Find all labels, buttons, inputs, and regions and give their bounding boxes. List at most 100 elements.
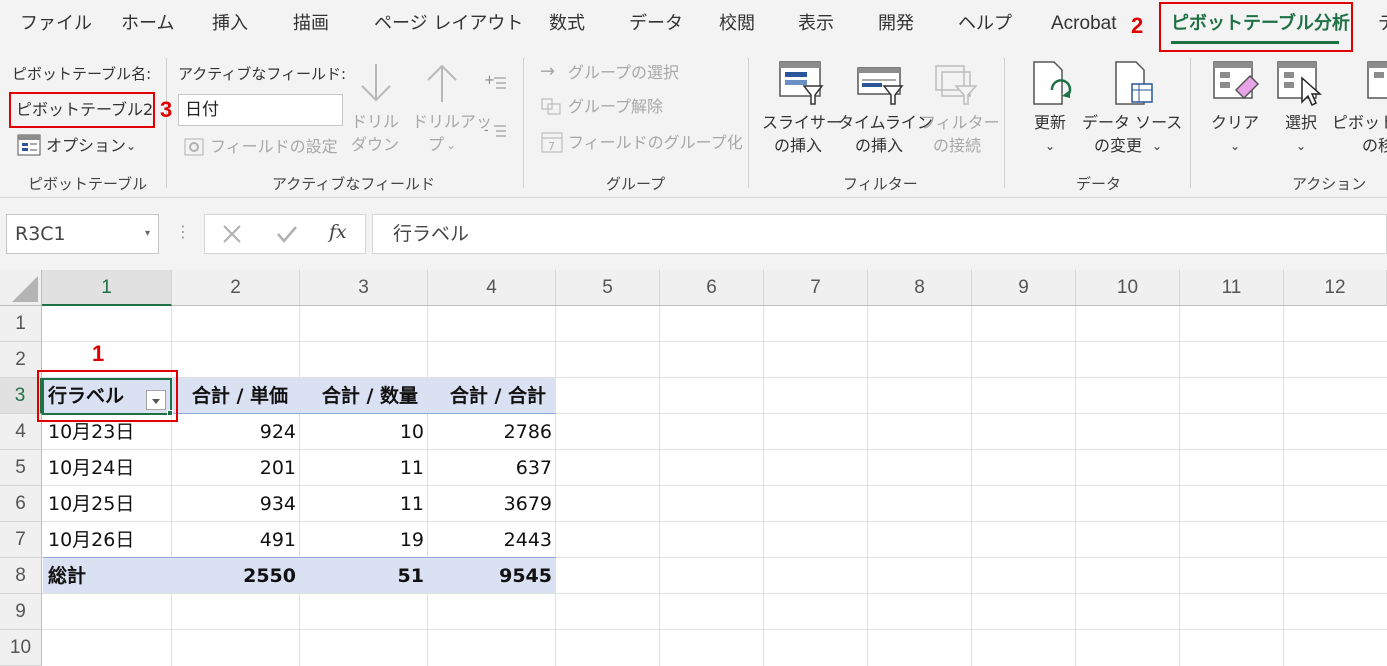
pivot-value[interactable]: 11 xyxy=(300,450,428,486)
clear-button[interactable]: クリア xyxy=(1208,113,1262,133)
timeline-button[interactable]: タイムライン xyxy=(838,113,933,133)
drill-down-button[interactable]: ドリル xyxy=(350,112,400,132)
move-pivottable-label-2: の移 xyxy=(1362,136,1387,155)
change-data-source-icon xyxy=(1112,60,1158,110)
pivot-value[interactable]: 934 xyxy=(172,486,300,522)
tab-review[interactable]: 校閲 xyxy=(719,12,755,36)
tab-home[interactable]: ホーム xyxy=(121,12,174,36)
drill-up-button[interactable]: ドリルアッ xyxy=(412,112,492,132)
row-header-3[interactable]: 3 xyxy=(0,378,42,414)
ribbon-pivottable-analyze: ピボットテーブル名: ピボットテーブル2 オプション ⌄ ピボットテーブル アク… xyxy=(0,52,1387,198)
select-all-button[interactable] xyxy=(0,270,42,306)
pivot-value[interactable]: 3679 xyxy=(428,486,556,522)
svg-text:-: - xyxy=(484,123,489,138)
column-header-5[interactable]: 5 xyxy=(556,270,660,306)
row-header-4[interactable]: 4 xyxy=(0,414,42,450)
drill-down-icon xyxy=(356,60,396,106)
pivot-grand-total[interactable]: 51 xyxy=(300,558,428,594)
chevron-down-icon[interactable]: ⌄ xyxy=(1274,136,1328,156)
pivot-value[interactable]: 2786 xyxy=(428,414,556,450)
column-header-9[interactable]: 9 xyxy=(972,270,1076,306)
clear-icon xyxy=(1212,60,1260,106)
pivot-value[interactable]: 19 xyxy=(300,522,428,558)
pivot-value[interactable]: 201 xyxy=(172,450,300,486)
pivot-row-label[interactable]: 10月26日 xyxy=(44,522,138,558)
enter-icon[interactable] xyxy=(275,223,299,249)
options-button[interactable]: オプション xyxy=(46,136,126,156)
row-header-10[interactable]: 10 xyxy=(0,630,42,666)
tab-insert[interactable]: 挿入 xyxy=(212,12,248,36)
step-1-marker: 1 xyxy=(92,341,105,366)
pivot-value[interactable]: 491 xyxy=(172,522,300,558)
change-data-source-button[interactable]: データ ソース xyxy=(1082,113,1182,133)
ungroup-button[interactable]: グループ解除 xyxy=(568,97,663,117)
column-header-10[interactable]: 10 xyxy=(1076,270,1180,306)
pivot-row-label[interactable]: 10月25日 xyxy=(44,486,138,522)
pivot-grand-total[interactable]: 2550 xyxy=(172,558,300,594)
refresh-button[interactable]: 更新 xyxy=(1022,113,1078,133)
gridline xyxy=(1179,306,1180,666)
group-field-button[interactable]: フィールドのグループ化 xyxy=(568,133,743,153)
pivot-value[interactable]: 11 xyxy=(300,486,428,522)
chevron-down-icon[interactable]: ⌄ xyxy=(1152,136,1162,156)
pivot-value[interactable]: 924 xyxy=(172,414,300,450)
chevron-down-icon[interactable]: ▾ xyxy=(145,223,150,245)
slicer-button[interactable]: スライサー xyxy=(762,113,842,133)
tab-developer[interactable]: 開発 xyxy=(878,12,914,36)
move-pivottable-button[interactable]: ピボットテ xyxy=(1332,113,1387,133)
pivot-col-header-price[interactable]: 合計 / 単価 xyxy=(172,378,292,414)
filter-connections-button[interactable]: フィルター xyxy=(920,113,1000,133)
active-field-input[interactable]: 日付 xyxy=(178,94,343,126)
row-header-6[interactable]: 6 xyxy=(0,486,42,522)
chevron-down-icon[interactable]: ⌄ xyxy=(1208,136,1262,156)
pivot-value[interactable]: 2443 xyxy=(428,522,556,558)
tab-help[interactable]: ヘルプ xyxy=(958,12,1012,36)
tab-design-partial[interactable]: デ xyxy=(1378,12,1387,36)
pivot-value[interactable]: 10 xyxy=(300,414,428,450)
tab-data[interactable]: データ xyxy=(629,12,683,36)
pivot-grand-total[interactable]: 9545 xyxy=(428,558,556,594)
insert-function-icon[interactable]: fx xyxy=(329,221,347,243)
cancel-icon[interactable] xyxy=(221,223,243,249)
column-header-6[interactable]: 6 xyxy=(660,270,764,306)
pivot-value[interactable]: 637 xyxy=(428,450,556,486)
chevron-down-icon[interactable]: ⌄ xyxy=(1022,136,1078,156)
pivot-col-header-qty[interactable]: 合計 / 数量 xyxy=(300,378,422,414)
formula-input[interactable]: 行ラベル xyxy=(372,214,1387,254)
pivot-col-header-total[interactable]: 合計 / 合計 xyxy=(428,378,550,414)
row-header-8[interactable]: 8 xyxy=(0,558,42,594)
slicer-label-2: の挿入 xyxy=(773,136,822,155)
column-header-1[interactable]: 1 xyxy=(42,270,172,306)
pivot-grand-total-label[interactable]: 総計 xyxy=(44,558,90,594)
svg-text:7: 7 xyxy=(548,140,555,153)
gridline xyxy=(1283,306,1284,666)
column-header-8[interactable]: 8 xyxy=(868,270,972,306)
row-header-7[interactable]: 7 xyxy=(0,522,42,558)
row-header-2[interactable]: 2 xyxy=(0,342,42,378)
chevron-down-icon[interactable]: ⌄ xyxy=(126,136,136,156)
row-header-5[interactable]: 5 xyxy=(0,450,42,486)
tab-file[interactable]: ファイル xyxy=(20,12,92,36)
column-header-4[interactable]: 4 xyxy=(428,270,556,306)
collapse-field-icon[interactable]: - xyxy=(484,122,508,142)
expand-field-icon[interactable]: + xyxy=(484,73,508,94)
pivot-row-label[interactable]: 10月24日 xyxy=(44,450,138,486)
column-header-12[interactable]: 12 xyxy=(1284,270,1387,306)
gridline xyxy=(659,306,660,666)
column-header-11[interactable]: 11 xyxy=(1180,270,1284,306)
field-settings-button[interactable]: フィールドの設定 xyxy=(210,137,338,157)
tab-formulas[interactable]: 数式 xyxy=(549,12,585,36)
column-header-3[interactable]: 3 xyxy=(300,270,428,306)
tab-page-layout[interactable]: ページ レイアウト xyxy=(374,12,523,36)
column-header-2[interactable]: 2 xyxy=(172,270,300,306)
row-header-9[interactable]: 9 xyxy=(0,594,42,630)
tab-draw[interactable]: 描画 xyxy=(293,12,329,36)
tab-view[interactable]: 表示 xyxy=(798,12,834,36)
row-header-1[interactable]: 1 xyxy=(0,306,42,342)
select-button[interactable]: 選択 xyxy=(1274,113,1328,133)
column-header-7[interactable]: 7 xyxy=(764,270,868,306)
highlight-box-pivottable-name xyxy=(9,92,155,128)
tab-acrobat[interactable]: Acrobat xyxy=(1051,12,1116,36)
name-box[interactable]: R3C1 ▾ xyxy=(6,214,159,254)
group-selection-button[interactable]: グループの選択 xyxy=(568,63,679,83)
